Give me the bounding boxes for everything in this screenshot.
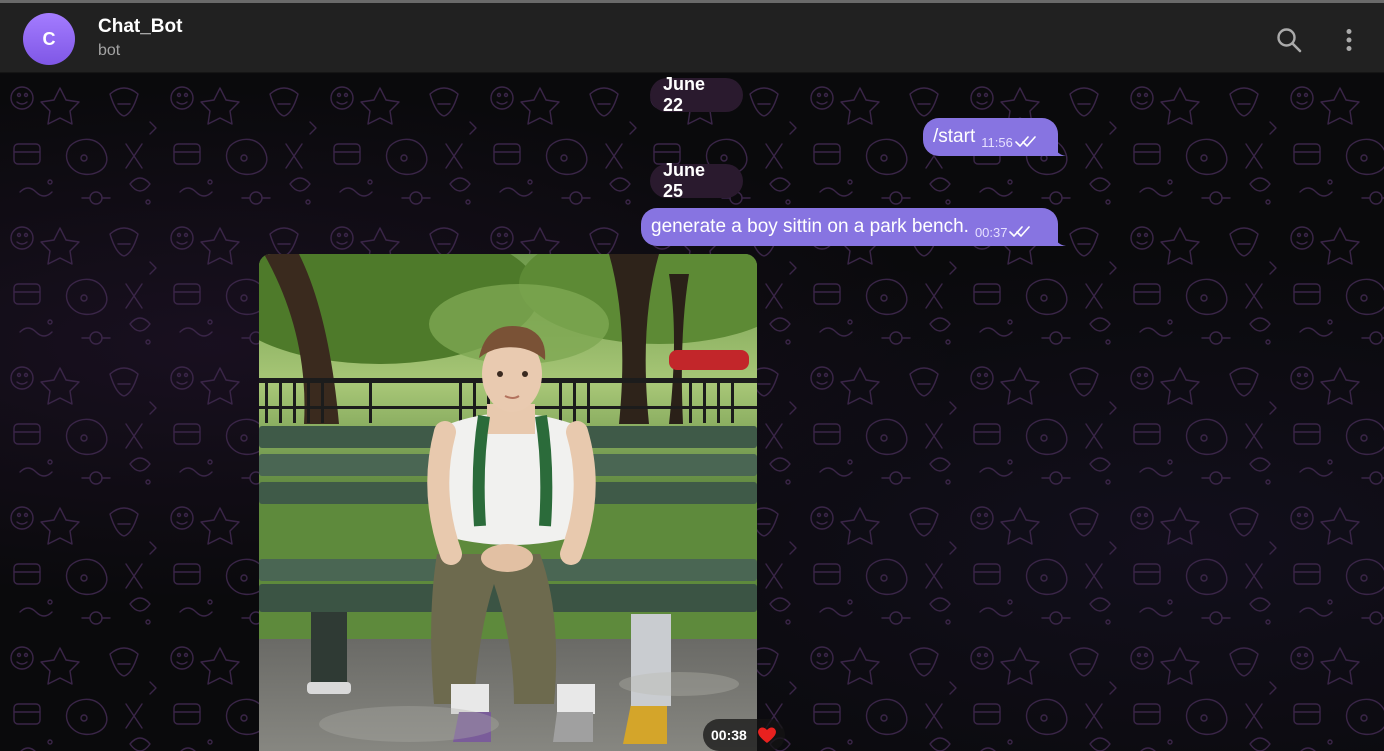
date-separator: June 25 <box>650 160 743 201</box>
bubble-tail <box>1054 142 1066 156</box>
message-text: generate a boy sittin on a park bench. <box>651 216 969 237</box>
heart-icon[interactable] <box>757 726 777 744</box>
double-check-icon <box>1009 226 1031 237</box>
more-vertical-icon <box>1346 29 1352 51</box>
outgoing-message[interactable]: /start 11:56 <box>923 118 1066 156</box>
message-meta: 11:56 <box>981 135 1037 150</box>
avatar[interactable]: C <box>23 13 75 65</box>
chat-header: C Chat_Bot bot <box>0 3 1384 73</box>
bubble-tail <box>1054 232 1066 246</box>
generated-image <box>259 254 757 751</box>
double-check-icon <box>1015 136 1036 147</box>
date-separator: June 22 <box>650 74 743 115</box>
chat-area[interactable]: June 22 June 25 /start 11:56 generate a … <box>0 74 1384 751</box>
message-text: /start <box>933 126 976 147</box>
message-meta: 00:37 <box>975 225 1032 240</box>
outgoing-message[interactable]: generate a boy sittin on a park bench. 0… <box>641 208 1066 246</box>
photo-message[interactable] <box>259 254 757 751</box>
search-button[interactable] <box>1269 20 1309 60</box>
search-icon <box>1277 28 1302 53</box>
message-time: 00:38 <box>711 727 747 743</box>
chat-title[interactable]: Chat_Bot <box>98 16 182 38</box>
message-time: 11:56 <box>981 134 1013 150</box>
photo-meta: 00:38 <box>703 719 785 751</box>
chat-status: bot <box>98 42 121 59</box>
message-time: 00:37 <box>974 224 1008 240</box>
more-options-button[interactable] <box>1329 20 1369 60</box>
